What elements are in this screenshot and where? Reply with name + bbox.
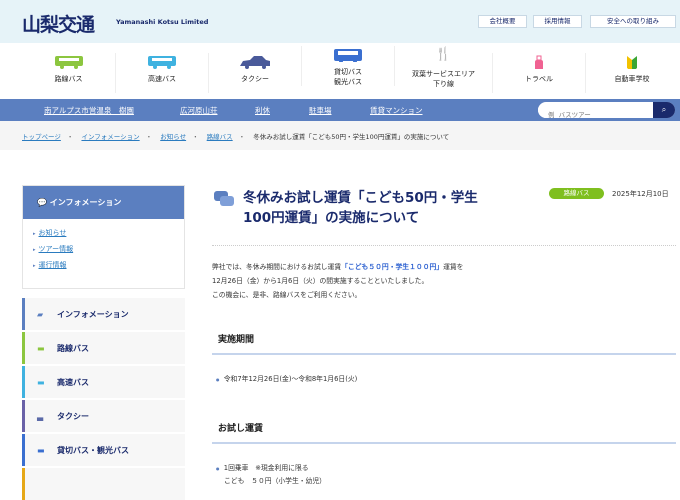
- chat-icon: ▰: [37, 310, 44, 319]
- chat-icon: 💬: [37, 198, 50, 207]
- sidebar-item-more[interactable]: [22, 468, 185, 500]
- recruit-link[interactable]: 採用情報: [533, 15, 582, 28]
- restaurant-icon: 🍴: [435, 47, 452, 62]
- beginner-mark-icon: [627, 56, 637, 69]
- logo-subtitle: Yamanashi Kotsu Limited: [116, 18, 209, 26]
- sidebar-link-tours[interactable]: ツアー情報: [33, 244, 184, 254]
- list-item: 1回乗車 ※現金利用に限る: [216, 462, 309, 472]
- search-button[interactable]: ⌕: [653, 102, 675, 118]
- subnav-parking[interactable]: 駐車場: [309, 105, 332, 116]
- main-nav: 路線バス 高速バス タクシー 貸切バス 観光バス 🍴 双葉サービスエリア 下り線 …: [0, 43, 680, 99]
- subnav-onsen[interactable]: 南アルプス市営温泉 樹園: [44, 105, 134, 116]
- sidebar-item-taxi[interactable]: ▃ タクシー: [22, 400, 185, 432]
- bus-icon: [334, 49, 362, 62]
- breadcrumb-top[interactable]: トップページ: [22, 133, 61, 141]
- nav-travel[interactable]: トラベル: [492, 53, 585, 93]
- suitcase-icon: [535, 55, 543, 69]
- chat-icon: [214, 191, 234, 206]
- bus-icon: [54, 56, 83, 69]
- sidebar-link-service[interactable]: 運行情報: [33, 260, 184, 270]
- nav-driving-school[interactable]: 自動車学校: [585, 53, 678, 93]
- nav-route-bus[interactable]: 路線バス: [22, 53, 115, 93]
- subnav-hirogawara[interactable]: 広河原山荘: [180, 105, 218, 116]
- taxi-icon: ▃: [37, 412, 44, 421]
- subnav-rikyu[interactable]: 利休: [255, 105, 270, 116]
- search-input[interactable]: [538, 107, 653, 118]
- logo[interactable]: 山梨交通: [22, 10, 95, 37]
- breadcrumb-route-bus[interactable]: 路線バス: [207, 133, 233, 141]
- article-date: 2025年12月10日: [612, 190, 669, 198]
- section-heading-period: 実施期間: [218, 335, 255, 345]
- nav-taxi[interactable]: タクシー: [208, 53, 301, 93]
- section-heading-fare: お試し運賃: [218, 424, 264, 434]
- sidebar-box-title: 💬 インフォメーション: [23, 186, 184, 219]
- search-box: ⌕: [538, 102, 675, 118]
- subnav-mansion[interactable]: 賃貸マンション: [370, 105, 423, 116]
- safety-link[interactable]: 安全への取り組み: [590, 15, 676, 28]
- list-item: 令和7年12月26日(金)〜令和8年1月6日(火): [216, 373, 358, 383]
- sidebar-link-news[interactable]: お知らせ: [33, 228, 184, 238]
- header: 山梨交通 Yamanashi Kotsu Limited 会社概要 採用情報 安…: [0, 0, 680, 43]
- bus-icon: ▬: [37, 378, 45, 387]
- breadcrumb-information[interactable]: インフォメーション: [81, 133, 139, 141]
- nav-service-area[interactable]: 🍴 双葉サービスエリア 下り線: [394, 46, 492, 88]
- search-icon: ⌕: [661, 105, 667, 114]
- article-body: 弊社では、冬休み期間におけるお試し運賃「こども５０円・学生１００円」運賃を 12…: [212, 263, 464, 299]
- bus-icon: ▬: [37, 344, 45, 353]
- list-item-detail: こども ５０円（小学生・幼児）: [224, 477, 326, 485]
- breadcrumb-news[interactable]: お知らせ: [160, 133, 186, 141]
- sidebar-item-information[interactable]: ▰ インフォメーション: [22, 298, 185, 330]
- breadcrumb: トップページ・ インフォメーション・ お知らせ・ 路線バス・ 冬休みお試し運賃「…: [0, 121, 680, 150]
- nav-charter-bus[interactable]: 貸切バス 観光バス: [301, 46, 394, 86]
- company-profile-link[interactable]: 会社概要: [478, 15, 527, 28]
- sub-nav: 南アルプス市営温泉 樹園 広河原山荘 利休 駐車場 賃貸マンション ⌕: [0, 99, 680, 121]
- sidebar-item-charter-bus[interactable]: ▬ 貸切バス・観光バス: [22, 434, 185, 466]
- sidebar-info-box: 💬 インフォメーション お知らせ ツアー情報 運行情報: [22, 185, 185, 289]
- bus-icon: [148, 56, 176, 69]
- category-badge: 路線バス: [549, 188, 604, 199]
- article-title: 冬休みお試し運賃「こども50円・学生100円運賃」の実施について: [243, 190, 478, 226]
- taxi-icon: [240, 56, 270, 69]
- nav-highway-bus[interactable]: 高速バス: [115, 53, 208, 93]
- divider: [212, 245, 676, 246]
- divider: [212, 442, 676, 444]
- sidebar-item-highway-bus[interactable]: ▬ 高速バス: [22, 366, 185, 398]
- sidebar-item-route-bus[interactable]: ▬ 路線バス: [22, 332, 185, 364]
- bus-icon: ▬: [37, 446, 45, 455]
- breadcrumb-current: 冬休みお試し運賃「こども50円・学生100円運賃」の実施について: [253, 133, 450, 141]
- divider: [212, 353, 676, 355]
